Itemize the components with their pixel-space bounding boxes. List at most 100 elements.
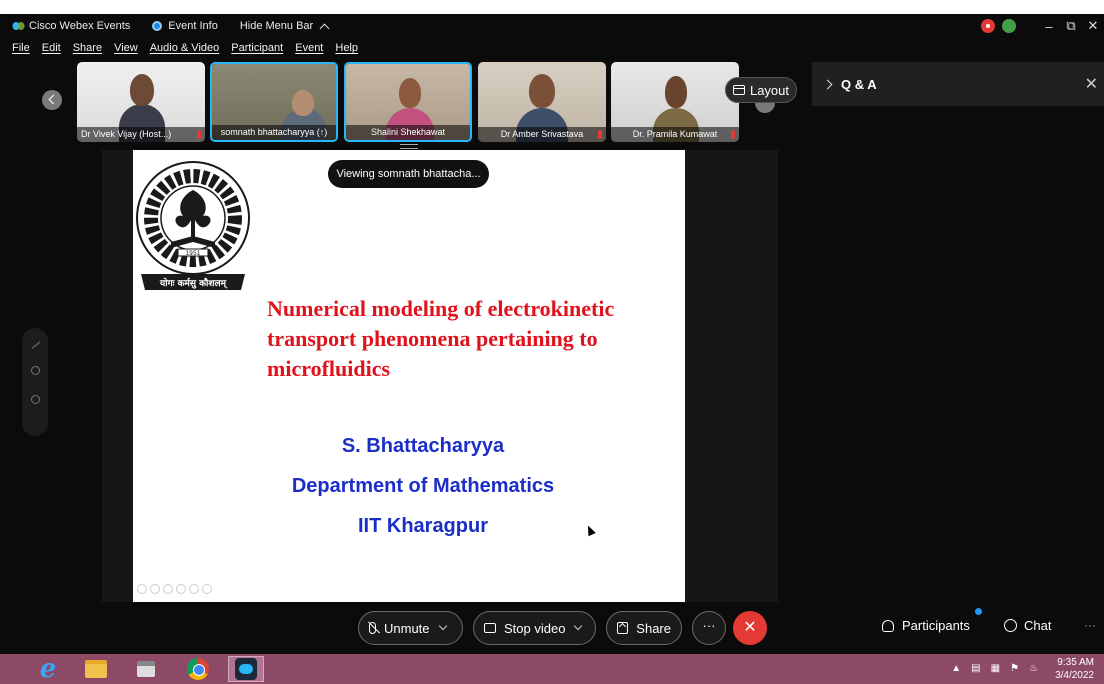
slide-author-block: S. Bhattacharyya Department of Mathemati…	[233, 426, 613, 546]
scroll-left-button[interactable]	[42, 90, 62, 110]
event-info-button[interactable]: Event Info	[152, 20, 218, 32]
logo-motto: योगः कर्मसु कौशलम्	[159, 277, 228, 289]
slide-institute: IIT Kharagpur	[357, 515, 488, 537]
user-avatar[interactable]	[1002, 19, 1016, 33]
muted-mic-icon	[197, 130, 201, 139]
clock-date: 3/4/2022	[1055, 670, 1094, 681]
zoom-icon[interactable]	[189, 584, 199, 594]
chevron-down-icon[interactable]	[438, 621, 447, 631]
camera-icon	[484, 623, 496, 633]
qa-panel-title: Q & A	[841, 76, 877, 92]
participant-video-somnath[interactable]: somnath bhattacharyya (↑)	[210, 62, 338, 142]
chat-button[interactable]: Chat	[1004, 618, 1051, 633]
chrome-icon[interactable]	[180, 656, 216, 682]
menu-view[interactable]: View	[114, 42, 138, 54]
zoom-out-icon[interactable]	[30, 395, 40, 404]
app-title: Cisco Webex Events	[29, 20, 131, 32]
menu-participant[interactable]: Participant	[231, 42, 283, 54]
stop-video-button[interactable]: Stop video	[473, 611, 596, 645]
flag-icon[interactable]: ⚑	[1010, 663, 1019, 674]
windows-taskbar: e ▲ ▤ ▦ ⚑ ♨ 9:35 AM 3/4/2022	[0, 654, 1104, 684]
prev-slide-icon[interactable]	[137, 584, 147, 594]
chevron-down-icon[interactable]	[574, 621, 583, 631]
recording-indicator-icon[interactable]	[981, 19, 995, 33]
participant-name: Shalini Shekhawat	[346, 125, 470, 140]
title-bar: Cisco Webex Events Event Info Hide Menu …	[0, 14, 1104, 38]
slide-title: Numerical modeling of electrokinetic tra…	[267, 294, 667, 384]
tray-expand-icon[interactable]: ▲	[951, 663, 961, 674]
slides-icon[interactable]	[176, 584, 186, 594]
leave-meeting-button[interactable]: ✕	[733, 611, 767, 645]
participants-button[interactable]: Participants	[882, 608, 982, 633]
iit-kharagpur-logo: 1951 योगः कर्मसु कौशलम्	[136, 161, 250, 290]
slide-title-line: microfluidics	[267, 356, 391, 381]
panel-options-icon[interactable]: ···	[1084, 618, 1096, 632]
internet-explorer-icon[interactable]: e	[30, 656, 66, 682]
volume-icon[interactable]: ♨	[1029, 663, 1038, 674]
menu-edit[interactable]: Edit	[42, 42, 61, 54]
slide-title-line: transport phenomena pertaining to	[267, 326, 598, 351]
share-label: Share	[636, 620, 671, 636]
menu-event[interactable]: Event	[295, 42, 323, 54]
restore-button[interactable]: ⧉	[1060, 18, 1082, 34]
menu-audio-video[interactable]: Audio & Video	[150, 42, 220, 54]
annotation-toolbar	[22, 328, 48, 436]
hide-menu-label: Hide Menu Bar	[239, 20, 314, 32]
muted-mic-icon	[731, 130, 735, 139]
menu-share[interactable]: Share	[73, 42, 102, 54]
more-options-button[interactable]: ···	[692, 611, 726, 645]
chat-label: Chat	[1024, 618, 1052, 633]
participant-video-pramila[interactable]: Dr. Pramila Kumawat	[611, 62, 739, 142]
slideshow-controls	[137, 584, 215, 594]
printer-app-icon[interactable]	[128, 656, 164, 682]
pen-icon[interactable]	[163, 584, 173, 594]
webex-taskbar-icon[interactable]	[228, 656, 264, 682]
annotate-icon[interactable]	[29, 339, 41, 349]
slide-author: S. Bhattacharyya	[341, 435, 505, 457]
participant-name: Dr. Pramila Kumawat	[611, 127, 739, 142]
layout-button[interactable]: Layout	[725, 77, 797, 103]
logo-year: 1951	[185, 250, 200, 257]
clock-time: 9:35 AM	[1057, 657, 1094, 668]
stop-video-label: Stop video	[504, 620, 566, 636]
close-window-button[interactable]: ✕	[1082, 18, 1104, 34]
file-explorer-icon[interactable]	[78, 656, 114, 682]
more-icon[interactable]	[202, 584, 212, 594]
participant-name: somnath bhattacharyya (↑)	[212, 125, 336, 140]
presentation-slide: 1951 योगः कर्मसु कौशलम् Numerical modeli…	[133, 150, 685, 602]
window-controls: – ⧉ ✕	[981, 14, 1104, 38]
close-icon[interactable]: ✕	[1085, 74, 1098, 94]
participant-video-vivek[interactable]: Dr Vivek Vijay (Host...)	[77, 62, 205, 142]
next-slide-icon[interactable]	[150, 584, 160, 594]
minimize-button[interactable]: –	[1038, 19, 1060, 34]
chevron-right-icon	[822, 79, 833, 89]
system-clock[interactable]: 9:35 AM 3/4/2022	[1055, 656, 1094, 682]
info-icon	[152, 21, 163, 31]
participant-name: Dr Vivek Vijay (Host...)	[77, 127, 205, 142]
share-button[interactable]: Share	[606, 611, 682, 645]
participants-icon	[882, 619, 894, 632]
participant-video-amber[interactable]: Dr Amber Srivastava	[478, 62, 606, 142]
webex-window: Cisco Webex Events Event Info Hide Menu …	[0, 14, 1104, 654]
language-icon[interactable]: ▦	[991, 663, 1000, 674]
slide-department: Department of Mathematics	[291, 475, 555, 497]
qa-panel-header[interactable]: Q & A ✕	[812, 62, 1104, 106]
participant-name: Dr Amber Srivastava	[478, 127, 606, 142]
system-tray: ▲ ▤ ▦ ⚑ ♨	[941, 663, 1038, 674]
layout-icon	[732, 85, 745, 95]
menu-file[interactable]: File	[12, 42, 30, 54]
hide-menu-bar-button[interactable]: Hide Menu Bar	[239, 20, 330, 33]
network-icon[interactable]: ▤	[971, 663, 980, 674]
zoom-in-icon[interactable]	[30, 366, 40, 375]
participant-strip: Dr Vivek Vijay (Host...) somnath bhattac…	[0, 62, 810, 144]
resize-handle[interactable]	[400, 144, 418, 149]
menu-bar: File Edit Share View Audio & Video Parti…	[0, 38, 358, 58]
participant-video-shalini[interactable]: Shalini Shekhawat	[344, 62, 472, 142]
chevron-up-icon	[319, 23, 330, 33]
menu-help[interactable]: Help	[335, 42, 358, 54]
unmute-label: Unmute	[384, 620, 430, 636]
participants-label: Participants	[902, 618, 970, 633]
unmute-button[interactable]: Unmute	[358, 611, 463, 645]
slide-title-line: Numerical modeling of electrokinetic	[267, 296, 615, 321]
muted-mic-icon	[598, 130, 602, 139]
